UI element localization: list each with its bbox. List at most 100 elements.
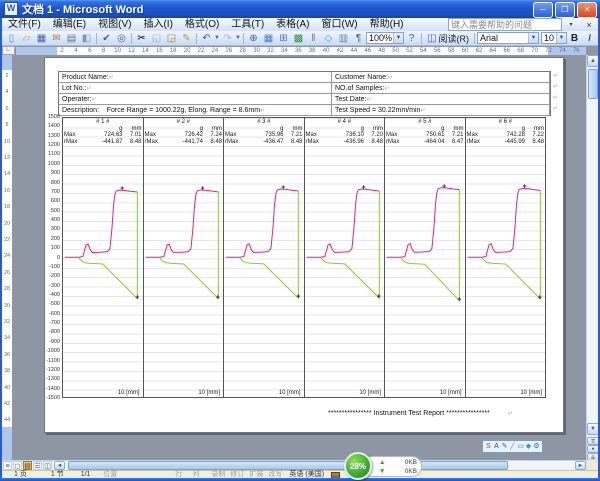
y-axis-label: 1500 (48, 114, 60, 120)
ruler-number: 2 (2, 73, 12, 79)
annotation-toolbar: SA✎╱▭◆⚙ (482, 440, 543, 453)
horizontal-scroll-track[interactable] (66, 461, 573, 470)
memory-usage-ball[interactable]: 28% (344, 452, 372, 480)
peak-marker: + (523, 185, 527, 191)
open-icon[interactable]: ▱ (19, 32, 34, 45)
force-curve (145, 190, 218, 257)
research-icon[interactable]: ◎ (114, 32, 129, 45)
show-hide-icon[interactable]: ¶ (351, 32, 366, 45)
y-axis-label: -700 (49, 320, 60, 326)
chart-panels: # 1 #gmmMax724.637.01rMax-441.878.48++10… (62, 117, 546, 398)
document-map-icon[interactable]: ▥ (336, 32, 351, 45)
cell-end-mark: ↵ (109, 75, 114, 81)
font-size-select[interactable]: 10▼ (541, 32, 567, 44)
close-document-icon[interactable]: × (582, 20, 596, 30)
hyperlink-icon[interactable]: ⊕ (246, 32, 261, 45)
line-icon[interactable]: ╱ (509, 442, 516, 451)
y-axis-label: 0 (57, 255, 60, 261)
minimize-button[interactable]: ─ (533, 2, 553, 18)
y-axis-label: -100 (49, 264, 60, 270)
save-icon[interactable]: ▦ (34, 32, 49, 45)
highlight-icon[interactable]: ◆ (525, 442, 532, 451)
pen-icon[interactable]: ✎ (501, 442, 508, 451)
font-name-select[interactable]: Arial▼ (477, 32, 539, 44)
tables-borders-icon[interactable]: ▦ (261, 32, 276, 45)
ruler-number: 34 (2, 335, 12, 341)
paste-icon[interactable]: ◲ (164, 32, 179, 45)
drawing-icon[interactable]: ◇ (321, 32, 336, 45)
redo-icon[interactable]: ↷ (220, 32, 235, 45)
screenshot-icon[interactable]: S (485, 442, 492, 451)
help-icon[interactable]: ? (404, 32, 419, 45)
copy-icon[interactable]: ◱ (149, 32, 164, 45)
menu-item-8[interactable]: 帮助(H) (364, 18, 410, 31)
stat-cell: rMax (64, 139, 79, 146)
ruler-number: 52 (406, 47, 413, 55)
menu-item-6[interactable]: 表格(A) (270, 18, 315, 31)
scroll-left-button[interactable]: ◄ (54, 461, 65, 470)
chevron-down-icon[interactable]: ▼ (235, 35, 241, 41)
x-axis-label: 10 [mm] (359, 390, 381, 396)
menu-item-5[interactable]: 工具(T) (225, 18, 270, 31)
reading-layout-button[interactable]: ◫阅读(R) (424, 32, 472, 45)
email-icon[interactable]: ✉ (49, 32, 64, 45)
outline-view-button[interactable]: ☰ (33, 461, 42, 470)
table-cell-right-2: Test Date:↵ (332, 94, 550, 105)
cut-icon[interactable]: ✂ (134, 32, 149, 45)
y-axis-label: 400 (51, 217, 60, 223)
stat-cell: 8.48 (364, 139, 383, 146)
chevron-down-icon[interactable]: ▼ (556, 33, 566, 43)
new-document-icon[interactable]: ▯ (4, 32, 19, 45)
settings-icon[interactable]: ⚙ (533, 442, 540, 451)
cell-end-mark: ↵ (260, 108, 265, 114)
y-axis-label: -800 (49, 329, 60, 335)
insert-table-icon[interactable]: ⊞ (276, 32, 291, 45)
text-annotation-icon[interactable]: A (493, 442, 500, 451)
insert-excel-icon[interactable]: ▩ (291, 32, 306, 45)
web-layout-button[interactable]: ◻ (13, 461, 22, 470)
scroll-right-button[interactable]: ► (575, 461, 586, 470)
columns-icon[interactable]: ‖ (306, 32, 321, 45)
menu-item-1[interactable]: 编辑(E) (47, 18, 92, 31)
zoom-select[interactable]: 100%▼ (366, 32, 404, 44)
ruler-number: 16 (156, 47, 163, 55)
horizontal-scroll-thumb[interactable] (68, 461, 508, 470)
close-button[interactable]: ✕ (577, 2, 597, 18)
row-end-mark: ↵ (553, 93, 563, 104)
menu-item-4[interactable]: 格式(O) (179, 18, 225, 31)
menu-item-7[interactable]: 窗口(W) (316, 18, 364, 31)
maximize-button[interactable]: ❐ (555, 2, 575, 18)
menu-item-0[interactable]: 文件(F) (2, 18, 47, 31)
stat-cell: rMax (306, 139, 321, 146)
menu-item-3[interactable]: 插入(I) (137, 18, 178, 31)
spelling-icon[interactable]: ✔ (99, 32, 114, 45)
document-page[interactable]: Product Name:↵Lot No.:↵Operater:↵Descrip… (44, 57, 564, 433)
normal-view-button[interactable]: ≡ (3, 461, 12, 470)
print-icon[interactable]: ▤ (64, 32, 79, 45)
bold-icon[interactable]: B (567, 32, 582, 45)
reading-layout-button[interactable]: ◫ (43, 461, 52, 470)
ruler-number: 68 (517, 47, 524, 55)
ruler-number: 4 (74, 47, 77, 55)
ruler-number: 12 (2, 155, 12, 161)
print-layout-button[interactable]: ▤ (23, 461, 32, 470)
upload-speed: 0KB (405, 458, 417, 467)
rect-icon[interactable]: ▭ (517, 442, 524, 451)
italic-icon[interactable]: I (582, 32, 597, 45)
chevron-down-icon[interactable]: ▼ (393, 33, 403, 43)
y-axis-label: 200 (51, 236, 60, 242)
format-painter-icon[interactable]: ✎ (179, 32, 194, 45)
help-question-input[interactable]: 键入需要帮助的问题 (448, 18, 562, 31)
print-preview-icon[interactable]: ◧ (79, 32, 94, 45)
x-axis-label: 10 [mm] (198, 390, 220, 396)
tab-selector[interactable]: ∟ (2, 46, 15, 55)
ruler-number: 40 (2, 385, 12, 391)
help-dropdown-icon[interactable]: ▾ (564, 21, 578, 28)
vertical-scrollbar[interactable]: ▲ ▼ ⇈ ● ⇊ (586, 55, 598, 460)
chevron-down-icon[interactable]: ▼ (528, 33, 538, 43)
vertical-scroll-thumb[interactable] (588, 69, 598, 99)
stat-cell: -445.99 (482, 139, 526, 146)
menu-item-2[interactable]: 视图(V) (92, 18, 137, 31)
undo-icon[interactable]: ↶ (199, 32, 214, 45)
y-axis-label: 1200 (48, 142, 60, 148)
